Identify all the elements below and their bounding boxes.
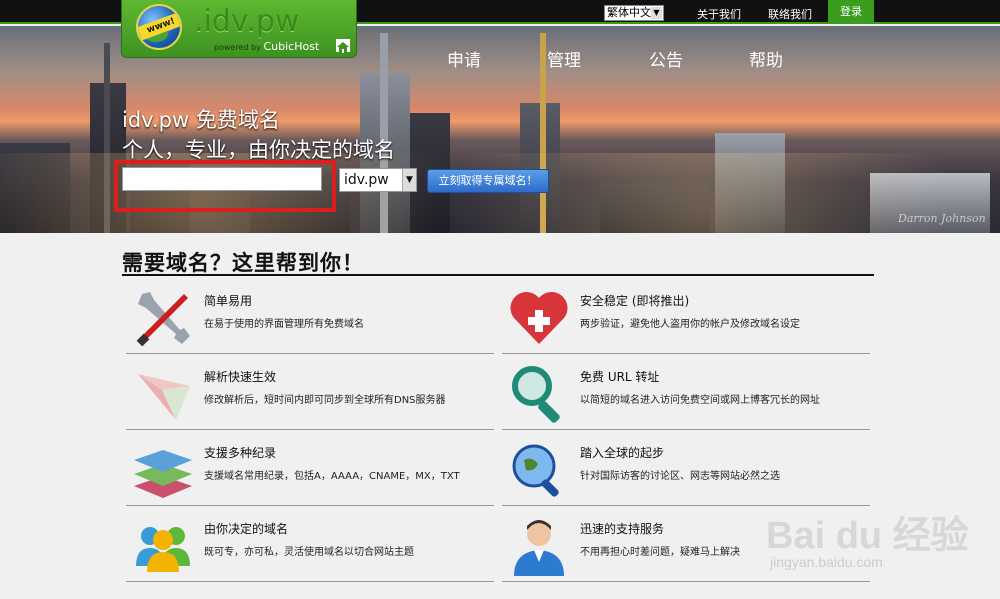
feature-desc: 以简短的域名进入访问免费空间或网上博客冗长的网址 xyxy=(580,395,820,406)
watermark-url: jingyan.baidu.com xyxy=(770,554,883,570)
logo-wordmark: .idv.pw xyxy=(194,4,300,39)
feature-easy-to-use: 简单易用 在易于使用的界面管理所有免费域名 xyxy=(126,278,494,354)
magnifier-icon xyxy=(508,362,570,424)
feature-desc: 在易于使用的界面管理所有免费域名 xyxy=(204,319,364,330)
feature-url-forward: 免费 URL 转址 以简短的域名进入访问免费空间或网上博客冗长的网址 xyxy=(502,354,870,430)
feature-title: 解析快速生效 xyxy=(204,370,277,384)
about-us-link[interactable]: 关于我们 xyxy=(697,6,741,22)
feature-fast-dns: 解析快速生效 修改解析后，短时间内即可同步到全球所有DNS服务器 xyxy=(126,354,494,430)
domain-input[interactable] xyxy=(122,167,322,191)
feature-desc: 既可专，亦可私，灵活使用域名以切合网站主题 xyxy=(204,547,414,558)
get-domain-button[interactable]: 立刻取得专属域名！ xyxy=(427,169,549,193)
language-select-value: 繁体中文 xyxy=(607,6,651,19)
globe-logo-icon: www! xyxy=(136,4,182,50)
nav-announcements[interactable]: 公告 xyxy=(649,46,683,71)
feature-title: 安全稳定 (即将推出) xyxy=(580,294,690,308)
photo-credit: Darron Johnson xyxy=(898,212,986,225)
feature-desc: 修改解析后，短时间内即可同步到全球所有DNS服务器 xyxy=(204,395,446,406)
feature-security: 安全稳定 (即将推出) 两步验证，避免他人盗用你的帐户及修改域名设定 xyxy=(502,278,870,354)
layers-icon xyxy=(132,438,194,500)
nav-manage[interactable]: 管理 xyxy=(547,46,581,71)
language-select[interactable]: 繁体中文 ▼ xyxy=(604,5,664,21)
powered-by-text: powered by CubicHost xyxy=(214,40,320,53)
tools-icon xyxy=(132,286,194,348)
users-icon xyxy=(132,514,194,576)
feature-global: 踏入全球的起步 针对国际访客的讨论区、网志等网站必然之选 xyxy=(502,430,870,506)
feature-record-types: 支援多种纪录 支援域名常用纪录，包括A，AAAA，CNAME，MX，TXT xyxy=(126,430,494,506)
site-logo[interactable]: www! .idv.pw powered by CubicHost xyxy=(121,0,357,58)
feature-title: 简单易用 xyxy=(204,294,253,308)
tld-select[interactable]: idv.pw ▼ xyxy=(339,168,417,192)
feature-title: 支援多种纪录 xyxy=(204,446,277,460)
chevron-down-icon: ▼ xyxy=(402,169,416,191)
contact-us-link[interactable]: 联络我们 xyxy=(768,6,812,22)
feature-title: 由你决定的域名 xyxy=(204,522,289,536)
feature-your-domain: 由你决定的域名 既可专，亦可私，灵活使用域名以切合网站主题 xyxy=(126,506,494,582)
baidu-watermark: Bai du 经验 jingyan.baidu.com xyxy=(766,500,986,580)
chevron-down-icon: ▼ xyxy=(651,7,662,19)
login-button[interactable]: 登录 xyxy=(828,0,874,24)
feature-desc: 支援域名常用纪录，包括A，AAAA，CNAME，MX，TXT xyxy=(204,471,460,482)
paper-plane-icon xyxy=(132,362,194,424)
tld-select-value: idv.pw xyxy=(344,172,389,188)
feature-desc: 针对国际访客的讨论区、网志等网站必然之选 xyxy=(580,471,780,482)
feature-desc: 不用再担心时差问题，疑难马上解决 xyxy=(580,547,740,558)
nav-help[interactable]: 帮助 xyxy=(749,46,783,71)
feature-title: 迅速的支持服务 xyxy=(580,522,665,536)
support-person-icon xyxy=(508,514,570,576)
heart-plus-icon xyxy=(508,286,570,348)
nav-apply[interactable]: 申请 xyxy=(447,46,481,71)
house-icon xyxy=(336,39,350,53)
globe-search-icon xyxy=(508,438,570,500)
feature-title: 踏入全球的起步 xyxy=(580,446,665,460)
hero-title: idv.pw 免费域名 xyxy=(122,108,280,132)
watermark-brand: Bai du 经验 xyxy=(766,515,969,557)
features-heading: 需要域名？这里帮到你！ xyxy=(122,251,364,275)
heading-divider xyxy=(122,274,874,276)
feature-desc: 两步验证，避免他人盗用你的帐户及修改域名设定 xyxy=(580,319,800,330)
feature-title: 免费 URL 转址 xyxy=(580,370,660,384)
